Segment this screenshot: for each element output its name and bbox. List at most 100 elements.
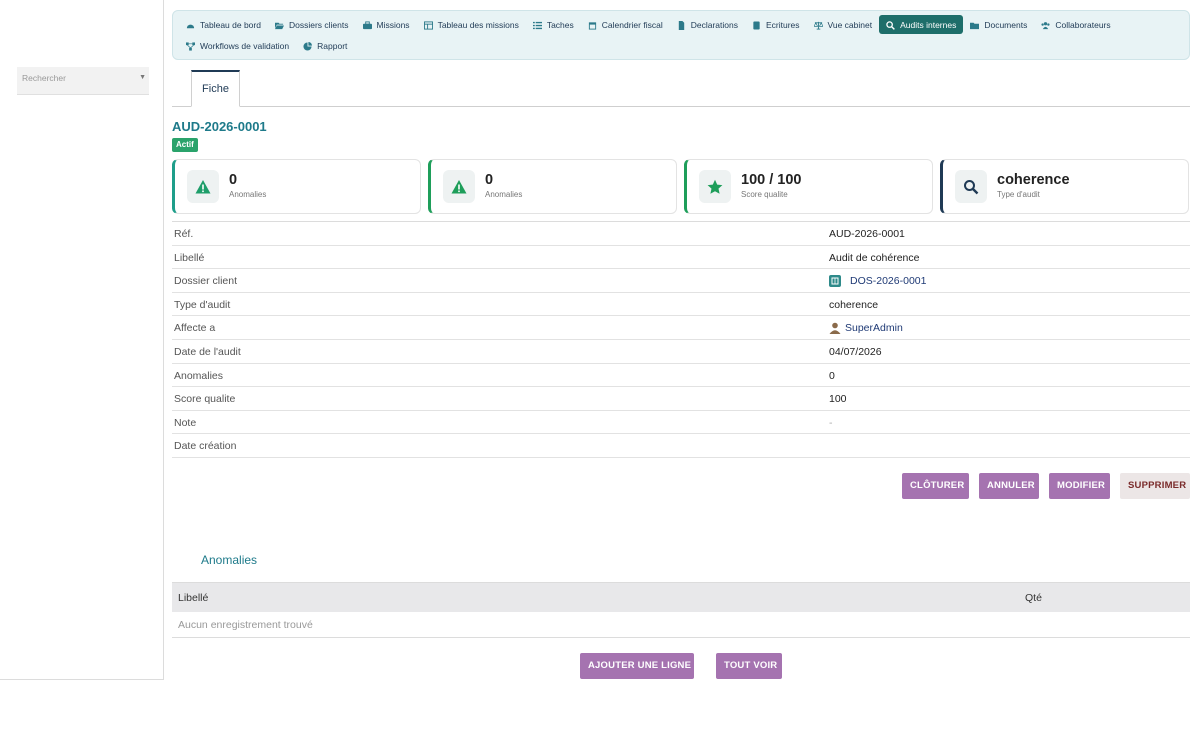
kpi-card-type: coherence Type d'audit	[940, 159, 1189, 214]
page-title: AUD-2026-0001	[172, 119, 267, 134]
column-header-libelle[interactable]: Libellé	[178, 592, 208, 604]
menu-item-declarations[interactable]: Declarations	[670, 15, 745, 34]
detail-value: 04/07/2026	[829, 345, 882, 358]
warning-icon	[443, 170, 475, 203]
menu-item-dossiers-clients[interactable]: Dossiers clients	[268, 15, 356, 34]
detail-row-date-creation: Date création	[172, 434, 1190, 458]
anomalies-section-title: Anomalies	[201, 553, 258, 567]
detail-label: Score qualite	[174, 393, 236, 406]
menu-item-label: Tableau de bord	[200, 19, 261, 30]
kpi-value: 0	[229, 172, 238, 188]
detail-row-date-audit: Date de l'audit 04/07/2026	[172, 340, 1190, 364]
detail-label: Libellé	[174, 251, 205, 264]
detail-label: Affecte a	[174, 322, 216, 335]
menu-item-tableau-des-missions[interactable]: Tableau des missions	[417, 15, 526, 34]
kpi-card-score: 100 / 100 Score qualite	[684, 159, 933, 214]
kpi-value: coherence	[997, 172, 1070, 188]
detail-row-libelle: Libellé Audit de cohérence	[172, 246, 1190, 270]
detail-row-ref: Réf. AUD-2026-0001	[172, 222, 1190, 246]
detail-value: Audit de cohérence	[829, 251, 920, 264]
tab-bar: Fiche	[172, 70, 1190, 107]
anomalies-list: Libellé Qté Aucun enregistrement trouvé	[172, 582, 1190, 638]
kpi-value: 100 / 100	[741, 172, 802, 188]
add-line-button[interactable]: AJOUTER UNE LIGNE	[580, 653, 694, 679]
detail-row-type-audit: Type d'audit coherence	[172, 293, 1190, 317]
folder-open-icon	[274, 21, 284, 29]
kpi-card-anomalies: 0 Anomalies	[172, 159, 421, 214]
detail-row-anomalies: Anomalies 0	[172, 364, 1190, 388]
menu-item-audits-internes[interactable]: Audits internes	[879, 15, 964, 34]
kpi-label: Anomalies	[229, 190, 267, 199]
view-all-button[interactable]: TOUT VOIR	[716, 653, 782, 679]
menu-item-tableau-de-bord[interactable]: Tableau de bord	[179, 15, 268, 34]
detail-value: 0	[829, 369, 835, 382]
supprimer-button[interactable]: SUPPRIMER	[1120, 473, 1190, 499]
list-icon	[532, 21, 542, 29]
user-icon	[829, 322, 841, 335]
detail-row-dossier-client: Dossier client DOS-2026-0001	[172, 269, 1190, 293]
file-icon	[677, 20, 686, 30]
kpi-label: Anomalies	[485, 190, 523, 199]
menu-item-ecritures[interactable]: Ecritures	[745, 15, 807, 34]
detail-table: Réf. AUD-2026-0001 Libellé Audit de cohé…	[172, 221, 1190, 458]
detail-label: Date de l'audit	[174, 345, 241, 358]
menu-item-calendrier-fiscal[interactable]: Calendrier fiscal	[581, 15, 670, 34]
modifier-button[interactable]: MODIFIER	[1049, 473, 1110, 499]
sitemap-icon	[186, 41, 195, 51]
kpi-value: 0	[485, 172, 494, 188]
detail-row-score: Score qualite 100	[172, 387, 1190, 411]
dossier-client-link[interactable]: DOS-2026-0001	[829, 275, 927, 288]
detail-label: Type d'audit	[174, 298, 231, 311]
menu-item-label: Declarations	[690, 19, 738, 30]
dossier-client-value: DOS-2026-0001	[850, 275, 927, 288]
detail-label: Date création	[174, 440, 237, 453]
calendar-icon	[588, 21, 597, 30]
folder-icon	[970, 21, 980, 29]
client-folder-icon	[829, 275, 841, 288]
menu-item-label: Workflows de validation	[200, 40, 290, 51]
detail-label: Réf.	[174, 228, 194, 240]
kpi-label: Score qualite	[741, 190, 788, 199]
scale-icon	[813, 21, 823, 30]
users-icon	[1041, 21, 1050, 29]
menu-item-documents[interactable]: Documents	[963, 15, 1034, 34]
menu-item-label: Missions	[376, 19, 410, 30]
annuler-button[interactable]: ANNULER	[979, 473, 1039, 499]
menu-item-label: Taches	[546, 19, 574, 30]
briefcase-icon	[362, 20, 372, 29]
sidebar-search-select[interactable]: Rechercher ▼	[17, 67, 149, 95]
top-menu: Tableau de bord Dossiers clients Mission…	[172, 10, 1190, 60]
status-badge: Actif	[172, 138, 198, 152]
search-icon	[955, 170, 987, 203]
kpi-label: Type d'audit	[997, 190, 1040, 199]
menu-item-rapport[interactable]: Rapport	[296, 36, 354, 55]
menu-item-label: Ecritures	[765, 19, 800, 30]
menu-item-missions[interactable]: Missions	[356, 15, 417, 34]
search-icon	[886, 20, 895, 30]
table-icon	[423, 20, 433, 30]
empty-message: Aucun enregistrement trouvé	[178, 619, 313, 631]
detail-value: 100	[829, 393, 847, 406]
column-header-qte[interactable]: Qté	[1025, 592, 1042, 604]
menu-item-label: Calendrier fiscal	[601, 19, 663, 30]
cloturer-button[interactable]: CLÔTURER	[902, 473, 969, 499]
left-sidebar: Rechercher ▼	[0, 0, 164, 680]
menu-item-label: Audits internes	[900, 19, 957, 30]
user-link[interactable]: SuperAdmin	[829, 322, 903, 335]
menu-item-label: Rapport	[317, 40, 348, 51]
detail-label: Anomalies	[174, 369, 224, 382]
kpi-cards: 0 Anomalies 0 Anomalies 100 / 100 Score …	[172, 159, 1190, 214]
menu-item-label: Dossiers clients	[288, 19, 349, 30]
caret-down-icon: ▼	[139, 74, 146, 81]
detail-label: Dossier client	[174, 275, 238, 288]
detail-value: -	[829, 416, 833, 429]
menu-item-taches[interactable]: Taches	[526, 15, 581, 34]
menu-item-label: Tableau des missions	[437, 19, 519, 30]
menu-item-workflows[interactable]: Workflows de validation	[179, 36, 296, 55]
menu-item-vue-cabinet[interactable]: Vue cabinet	[807, 15, 880, 34]
menu-item-collaborateurs[interactable]: Collaborateurs	[1034, 15, 1117, 34]
detail-row-note: Note -	[172, 411, 1190, 435]
user-value: SuperAdmin	[845, 322, 903, 335]
tab-fiche[interactable]: Fiche	[191, 70, 240, 107]
menu-item-label: Documents	[984, 19, 1028, 30]
